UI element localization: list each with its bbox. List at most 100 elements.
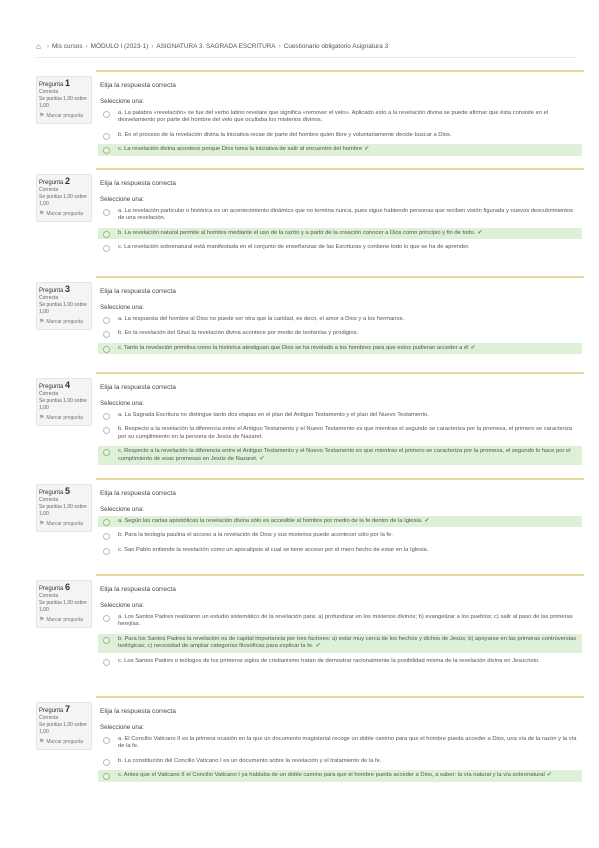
answer-option[interactable]: c. Respecto a la revelación la diferenci… (98, 446, 582, 466)
question-number: Pregunta 1 (39, 78, 71, 89)
answer-list: a. Los Santos Padres realizaron un estud… (98, 612, 582, 670)
question-info: Pregunta 5 Correcta Se puntúa 1,00 sobre… (36, 484, 92, 532)
question-prompt: Elija la respuesta correcta (100, 288, 176, 295)
breadcrumb-asignatura[interactable]: ASIGNATURA 3. SAGRADA ESCRITURA (156, 43, 275, 50)
radio-button[interactable] (103, 615, 110, 622)
radio-button[interactable] (103, 209, 110, 216)
radio-button[interactable] (103, 413, 110, 420)
answer-option[interactable]: a. La palabra «revelación» se fue del ve… (98, 108, 582, 127)
radio-button[interactable] (103, 331, 110, 339)
flag-question-link[interactable]: ⚑ Marcar pregunta (39, 739, 89, 746)
radio-button[interactable] (103, 758, 110, 766)
question-content: Elija la respuesta correcta Seleccione u… (96, 70, 584, 176)
question-block: Pregunta 5 Correcta Se puntúa 1,00 sobre… (36, 478, 584, 582)
radio-button[interactable] (103, 547, 110, 555)
radio-button[interactable] (103, 317, 110, 324)
answer-list: a. La palabra «revelación» se fue del ve… (98, 108, 582, 159)
question-content: Elija la respuesta correcta Seleccione u… (96, 478, 584, 584)
question-block: Pregunta 2 Correcta Se puntúa 1,00 sobre… (36, 168, 584, 272)
radio-button[interactable] (103, 147, 110, 155)
answer-option[interactable]: b. En la revelación del Sinaí la revelac… (98, 328, 582, 339)
radio-button[interactable] (103, 533, 110, 541)
answer-option[interactable]: a. La revelación particular o histórica … (98, 206, 582, 225)
answer-option-text: c. Los Santos Padres o teólogos de los p… (118, 657, 540, 664)
radio-button[interactable] (103, 427, 110, 435)
check-icon: ✔ (546, 772, 552, 779)
answer-option-text: b. Para la teología paulina el acceso a … (118, 532, 393, 539)
radio-button[interactable] (103, 111, 110, 118)
flag-icon: ⚑ (39, 211, 45, 217)
breadcrumb-cuestionario[interactable]: Cuestionario obligatorio Asignatura 3 (284, 43, 388, 50)
answer-option[interactable]: b. En el proceso de la revelación divina… (98, 130, 582, 141)
answer-list: a. La revelación particular o histórica … (98, 206, 582, 257)
flag-question-link[interactable]: ⚑ Marcar pregunta (39, 319, 89, 326)
question-number: Pregunta 6 (39, 582, 71, 593)
radio-button[interactable] (103, 132, 110, 140)
flag-question-link[interactable]: ⚑ Marcar pregunta (39, 521, 89, 528)
answer-option[interactable]: c. Antes que el Vaticano II el Concilio … (98, 770, 582, 782)
answer-option-text: b. En el proceso de la revelación divina… (118, 131, 452, 138)
question-info: Pregunta 3 Correcta Se puntúa 1,00 sobre… (36, 282, 92, 330)
breadcrumb-separator: › (278, 43, 281, 50)
check-icon: ✔ (315, 643, 321, 650)
radio-button[interactable] (103, 230, 110, 238)
flag-question-link[interactable]: ⚑ Marcar pregunta (39, 211, 89, 218)
answer-option-text: b. Para los Santos Padres la revelación … (118, 635, 577, 650)
question-status: Correcta (39, 497, 59, 503)
answer-option[interactable]: a. El Concilio Vaticano II es la primera… (98, 734, 582, 753)
question-score: Se puntúa 1,00 sobre 1,00 (39, 398, 87, 411)
home-icon[interactable]: ⌂ (36, 42, 41, 51)
flag-icon: ⚑ (39, 739, 45, 745)
radio-button[interactable] (103, 636, 110, 644)
answer-list: a. Según las cartas apostólicas la revel… (98, 516, 582, 559)
radio-button[interactable] (103, 658, 110, 666)
answer-option-text: a. La respuesta del hombre al Dios no pu… (118, 316, 405, 322)
answer-option-text: c. La revelación divina acontece porque … (118, 146, 363, 153)
question-info: Pregunta 4 Correcta Se puntúa 1,00 sobre… (36, 378, 92, 426)
answer-option[interactable]: b. Para los Santos Padres la revelación … (98, 633, 582, 653)
question-prompt: Elija la respuesta correcta (100, 384, 176, 391)
question-content: Elija la respuesta correcta Seleccione u… (96, 276, 584, 382)
question-status: Correcta (39, 89, 59, 95)
answer-option[interactable]: c. Tanto la revelación primitiva como la… (98, 342, 582, 355)
flag-question-link[interactable]: ⚑ Marcar pregunta (39, 113, 89, 120)
answer-option[interactable]: a. La respuesta del hombre al Dios no pu… (98, 314, 582, 325)
flag-question-link[interactable]: ⚑ Marcar pregunta (39, 617, 89, 624)
radio-button[interactable] (103, 345, 110, 353)
radio-button[interactable] (103, 519, 110, 526)
answer-option-text: b. La revelación natural permite al homb… (118, 229, 476, 236)
answer-option[interactable]: c. La revelación divina acontece porque … (98, 144, 582, 156)
answer-option[interactable]: b. La revelación natural permite al homb… (98, 227, 582, 240)
check-icon: ✔ (424, 518, 430, 524)
answer-option[interactable]: c. Los Santos Padres o teólogos de los p… (98, 656, 582, 667)
answer-option[interactable]: c. San Pablo entiende la revelación como… (98, 545, 582, 556)
question-score: Se puntúa 1,00 sobre 1,00 (39, 722, 87, 735)
answer-option-text: a. Según las cartas apostólicas la revel… (118, 518, 423, 524)
breadcrumb-modulo[interactable]: MÓDULO I (2023-1) (91, 43, 149, 50)
flag-icon: ⚑ (39, 617, 45, 623)
check-icon: ✔ (364, 146, 370, 153)
question-block: Pregunta 4 Correcta Se puntúa 1,00 sobre… (36, 372, 584, 476)
radio-button[interactable] (103, 773, 110, 781)
select-one-label: Seleccione una: (100, 506, 145, 513)
answer-option[interactable]: a. Según las cartas apostólicas la revel… (98, 516, 582, 528)
flag-question-link[interactable]: ⚑ Marcar pregunta (39, 415, 89, 422)
radio-button[interactable] (103, 449, 110, 457)
answer-option-text: a. La palabra «revelación» se fue del ve… (118, 110, 549, 124)
answer-option-text: a. El Concilio Vaticano II es la primera… (118, 736, 577, 750)
radio-button[interactable] (103, 737, 110, 744)
select-one-label: Seleccione una: (100, 304, 145, 311)
breadcrumb-mis-cursos[interactable]: Mis cursos (52, 43, 83, 50)
answer-option[interactable]: b. Para la teología paulina el acceso a … (98, 530, 582, 541)
question-number: Pregunta 7 (39, 704, 71, 715)
question-prompt: Elija la respuesta correcta (100, 180, 176, 187)
answer-option[interactable]: a. Los Santos Padres realizaron un estud… (98, 612, 582, 631)
answer-option[interactable]: c. La revelación sobrenatural está manif… (98, 242, 582, 253)
question-prompt: Elija la respuesta correcta (100, 586, 176, 593)
check-icon: ✔ (477, 229, 483, 236)
answer-option[interactable]: a. La Sagrada Escritura no distingue tan… (98, 410, 582, 421)
question-status: Correcta (39, 391, 59, 397)
radio-button[interactable] (103, 245, 110, 253)
answer-option[interactable]: b. Respecto a la revelación la diferenci… (98, 424, 582, 443)
answer-option[interactable]: b. La constitución del Concilio Vaticano… (98, 756, 582, 767)
